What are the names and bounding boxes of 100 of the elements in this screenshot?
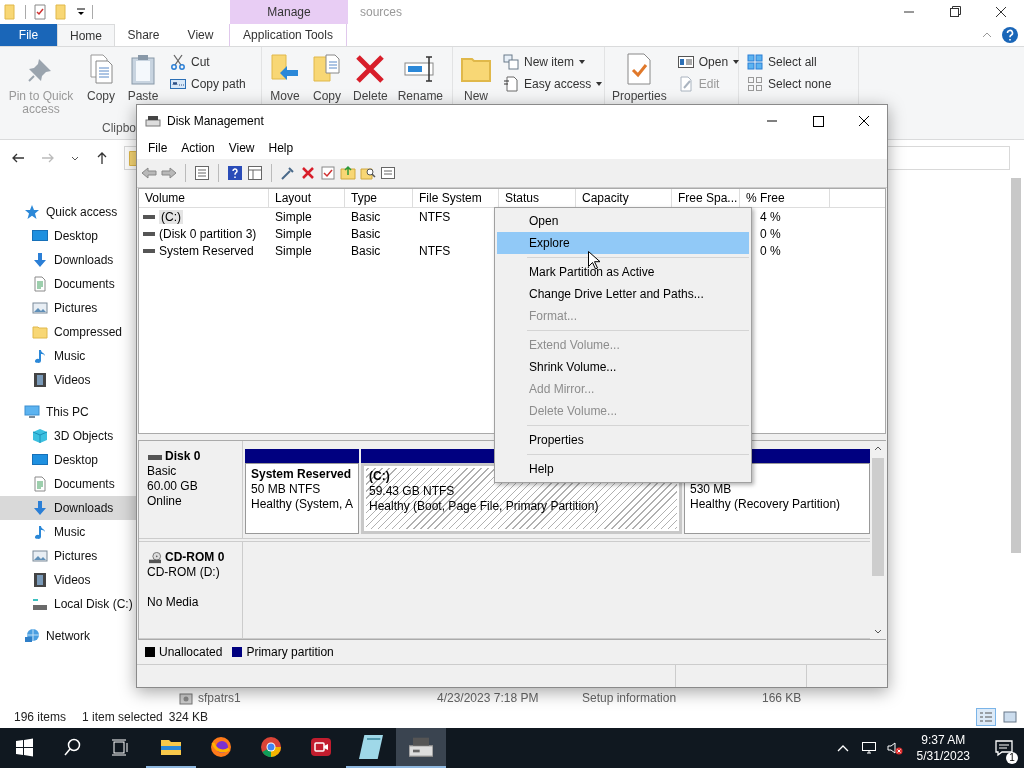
nav-item[interactable]: Pictures — [0, 544, 136, 568]
nav-item[interactable]: Documents — [0, 472, 136, 496]
ribbon-tab[interactable]: Application Tools — [229, 24, 347, 46]
ribbon-tab[interactable]: Home — [57, 24, 115, 46]
ribbon-button[interactable]: Select all — [747, 53, 832, 71]
menu-item[interactable]: View — [221, 141, 262, 155]
nav-item[interactable]: Documents — [0, 272, 136, 296]
ribbon-button[interactable]: Delete — [350, 53, 391, 103]
film-icon — [32, 372, 48, 388]
download-arrow-icon — [32, 500, 48, 516]
ribbon-tab[interactable]: Share — [115, 24, 172, 46]
document-icon — [32, 276, 48, 292]
ribbon-button[interactable]: Open — [677, 53, 740, 71]
nav-item[interactable]: Quick access — [0, 200, 136, 224]
network-icon — [24, 628, 40, 644]
new-item-icon — [503, 54, 519, 70]
ribbon-button[interactable]: New — [457, 53, 495, 103]
nav-item[interactable]: 3D Objects — [0, 424, 136, 448]
menu-item[interactable]: Explore — [497, 232, 749, 254]
folder-icon — [32, 324, 48, 340]
ribbon-button[interactable]: Copy — [308, 53, 346, 103]
nav-item[interactable]: Music — [0, 520, 136, 544]
file-menu-tab[interactable]: File — [0, 24, 57, 46]
menu-item[interactable]: Properties — [497, 429, 749, 451]
help-icon[interactable] — [227, 165, 243, 181]
search-icon[interactable] — [360, 165, 376, 181]
disk-status: No Media — [147, 595, 200, 610]
ribbon-tab[interactable]: View — [172, 24, 229, 46]
scrollbar-thumb[interactable] — [872, 458, 884, 576]
clock[interactable]: 9:37 AM 5/31/2023 — [912, 732, 974, 764]
menu-item[interactable]: Mark Partition as Active — [497, 261, 749, 283]
film-icon — [32, 572, 48, 588]
nav-item[interactable]: Compressed — [0, 320, 136, 344]
window-view-icon — [1003, 710, 1017, 724]
menu-item[interactable]: Help — [261, 141, 301, 155]
ribbon-button[interactable]: Copy path — [170, 75, 246, 93]
menu-item[interactable]: Open — [497, 210, 749, 232]
disk-status: Online — [147, 494, 183, 509]
ribbon-button[interactable]: Move — [266, 53, 304, 103]
drive-icon — [143, 230, 155, 237]
edit-icon — [677, 76, 694, 92]
nav-item[interactable]: Pictures — [0, 296, 136, 320]
nav-item[interactable]: Downloads — [0, 248, 136, 272]
checked-document-icon[interactable] — [32, 4, 48, 20]
column-header[interactable]: Type — [345, 189, 413, 207]
select-all-icon — [747, 54, 763, 70]
checkmark-icon[interactable] — [320, 165, 336, 181]
delete-icon[interactable] — [300, 165, 316, 181]
ribbon-button[interactable]: Cut — [170, 53, 246, 71]
wrench-icon[interactable] — [280, 165, 296, 181]
forward-arrow-icon[interactable] — [161, 165, 177, 181]
table-cell[interactable]: System Reserved — [159, 243, 254, 258]
table-cell[interactable]: (C:) — [159, 209, 183, 224]
disk-name: CD-ROM 0 — [165, 550, 225, 565]
select-none-icon — [747, 76, 763, 92]
menu-item[interactable]: Action — [174, 141, 222, 155]
nav-item[interactable]: Local Disk (C:) — [0, 592, 136, 616]
nav-item[interactable]: Music — [0, 344, 136, 368]
menu-item[interactable]: File — [141, 141, 175, 155]
disk-label-panel[interactable]: Disk 0 Basic 60.00 GB Online — [139, 441, 243, 538]
taskbar-app[interactable] — [396, 728, 446, 768]
window-title: Disk Management — [167, 114, 264, 128]
help-icon[interactable] — [1002, 27, 1018, 43]
window-title: sources — [360, 5, 403, 19]
nav-item[interactable]: Desktop — [0, 224, 136, 248]
ribbon-button[interactable]: Properties — [609, 53, 670, 103]
ribbon-button[interactable]: Paste — [124, 53, 162, 103]
list-icon[interactable] — [194, 165, 210, 181]
disk-type: Basic — [147, 464, 178, 479]
browser-icon — [209, 735, 233, 759]
legend-label: Primary partition — [246, 645, 334, 659]
ribbon-button[interactable]: Easy access — [503, 75, 603, 93]
details-icon[interactable] — [247, 165, 263, 181]
dropdown-icon[interactable] — [76, 7, 86, 17]
ribbon-button[interactable]: Copy — [82, 53, 120, 103]
list-icon[interactable] — [380, 165, 396, 181]
ribbon-button[interactable]: New item — [503, 53, 603, 71]
scrollbar[interactable] — [870, 441, 886, 639]
network-monitor-icon[interactable] — [860, 740, 877, 756]
menu-item[interactable]: Shrink Volume... — [497, 356, 749, 378]
nav-item[interactable]: Desktop — [0, 448, 136, 472]
download-arrow-icon — [32, 252, 48, 268]
disk-label-panel[interactable]: CD-ROM 0 CD-ROM (D:) No Media — [139, 542, 243, 638]
nav-item[interactable]: Network — [0, 624, 136, 648]
ribbon-button[interactable]: Select none — [747, 75, 832, 93]
column-header[interactable]: Layout — [269, 189, 345, 207]
star-icon — [24, 204, 40, 220]
nav-item[interactable]: Videos — [0, 368, 136, 392]
partition-size: 530 MB — [690, 482, 732, 497]
selection-size: 324 KB — [168, 710, 209, 724]
nav-item[interactable]: This PC — [0, 400, 136, 424]
menu-item[interactable]: Change Drive Letter and Paths... — [497, 283, 749, 305]
muted-speaker-icon[interactable] — [886, 740, 903, 756]
file-name: sfpatrs1 — [197, 691, 242, 705]
nav-item[interactable]: Videos — [0, 568, 136, 592]
column-header[interactable]: Volume — [139, 189, 269, 207]
nav-item[interactable]: Downloads — [0, 496, 136, 520]
partition-status: Healthy (Boot, Page File, Primary Partition) — [369, 499, 599, 514]
ribbon-button[interactable]: Rename — [394, 53, 447, 103]
table-cell[interactable]: (Disk 0 partition 3) — [159, 226, 257, 241]
